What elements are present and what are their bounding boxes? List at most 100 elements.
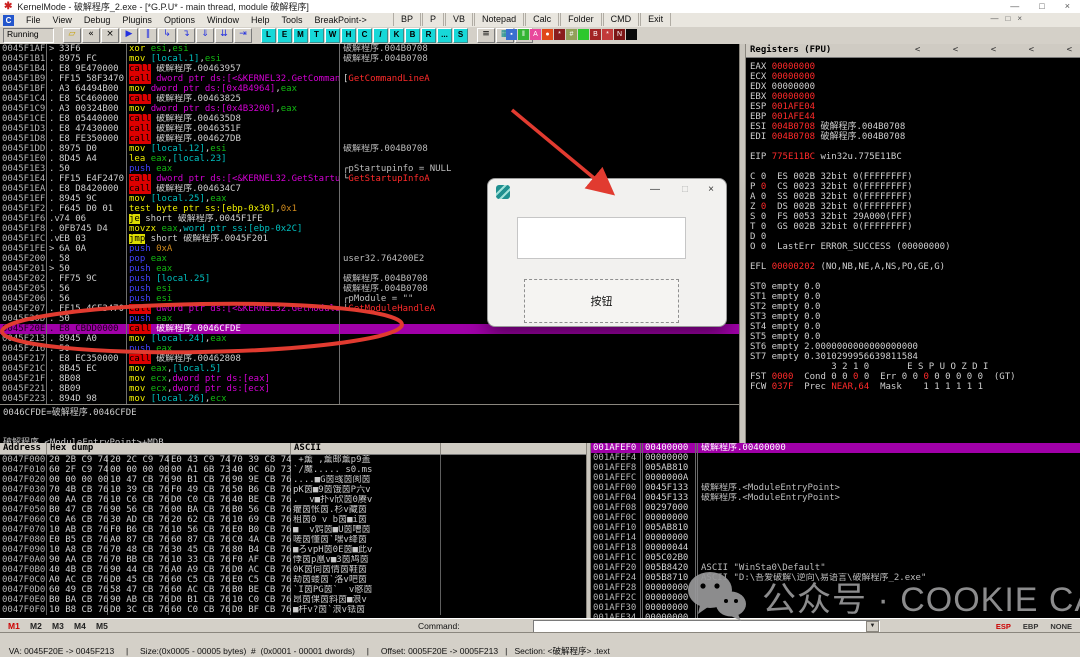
child-restore-icon[interactable]: □ xyxy=(1005,14,1010,23)
list-icon[interactable]: ≡ xyxy=(477,28,495,43)
stack-row[interactable]: 001AFF24 005B8710 ASCII "D:\吾爱破解\逆向\易语言\破解… xyxy=(591,573,1080,583)
register-line[interactable]: ESP 001AFE04 xyxy=(750,102,1080,112)
dialog-close-icon[interactable]: × xyxy=(708,183,714,197)
disasm-row[interactable]: 0045F216. 50 push eax xyxy=(0,344,739,354)
pause-icon[interactable]: ‖ xyxy=(139,28,157,43)
disasm-row[interactable]: 0045F1C4. E8 5C460000 call 破解程序.00463825 xyxy=(0,94,739,104)
register-line[interactable]: S 0 FS 0053 32bit 29A000(FFF) xyxy=(750,212,1080,222)
menu-button-bp[interactable]: BP xyxy=(393,13,422,26)
stack-row[interactable]: 001AFF20 005B8420 ASCII "WinSta0\Default" xyxy=(591,563,1080,573)
memory-tab-m3[interactable]: M3 xyxy=(52,621,64,631)
register-line[interactable]: ST0 empty 0.0 xyxy=(750,282,1080,292)
stack-row[interactable]: 001AFF28 00000000 xyxy=(591,583,1080,593)
disasm-row[interactable]: 0045F1B9. FF15 58F3470 call dword ptr ds:[… xyxy=(0,74,739,84)
register-line[interactable]: A 0 SS 002B 32bit 0(FFFFFFFF) xyxy=(750,192,1080,202)
stack-row[interactable]: 001AFF14 00000000 xyxy=(591,533,1080,543)
dump-row[interactable]: 0047F0E0 B0 BA CB 76 90 AB CB 76 D0 B1 CB 7… xyxy=(0,595,586,605)
disasm-row[interactable]: 0045F1CE. E8 05440000 call 破解程序.004635D8 xyxy=(0,114,739,124)
menu-button-vb[interactable]: VB xyxy=(445,13,474,26)
menu-item-help[interactable]: Help xyxy=(245,15,276,25)
menu-item-file[interactable]: File xyxy=(20,15,47,25)
register-line[interactable]: EDX 00000000 xyxy=(750,82,1080,92)
register-line[interactable]: Z 0 DS 002B 32bit 0(FFFFFFFF) xyxy=(750,202,1080,212)
stack-row[interactable]: 001AFF00 0045F133 破解程序.<ModuleEntryPoint> xyxy=(591,483,1080,493)
dump-row[interactable]: 0047F070 10 AB CB 76 F0 B6 CB 76 10 56 CB 7… xyxy=(0,525,586,535)
child-close-icon[interactable]: × xyxy=(1017,14,1022,23)
chevrons-decoration[interactable]: < < < < < xyxy=(915,44,1072,56)
disasm-row[interactable]: 0045F217. E8 EC350000 call 破解程序.00462808 xyxy=(0,354,739,364)
memory-tab-m1[interactable]: M1 xyxy=(8,621,20,631)
stack-row[interactable]: 001AFEF0 00400000 破解程序.00400000 xyxy=(591,443,1080,453)
window-button-C[interactable]: C xyxy=(357,28,372,43)
panes-icon[interactable]: ‖ xyxy=(518,29,529,40)
stack-row[interactable]: 001AFF08 00297000 xyxy=(591,503,1080,513)
disasm-row[interactable]: 0045F1AF >33F6 xor esi,esi 破解程序.004B0708 xyxy=(0,44,739,54)
menu-button-folder[interactable]: Folder xyxy=(560,13,602,26)
stack-row[interactable]: 001AFEF4 00000000 xyxy=(591,453,1080,463)
window-button-S[interactable]: S xyxy=(453,28,468,43)
register-line[interactable] xyxy=(750,162,1080,172)
registers-body[interactable]: EAX 00000000 ECX 00000000 EDX 00000000 EBX … xyxy=(746,58,1080,392)
menu-item-breakpoint[interactable]: BreakPoint-> xyxy=(309,15,373,25)
window-button-more[interactable]: ... xyxy=(437,28,452,43)
disasm-row[interactable]: 0045F1DD. 8975 D0 mov [local.12],esi 破解程序.0… xyxy=(0,144,739,154)
flower-icon[interactable]: * xyxy=(554,29,565,40)
disasm-row[interactable]: 0045F221. 8B09 mov ecx,dword ptr ds:[ecx] xyxy=(0,384,739,394)
record-icon[interactable]: ● xyxy=(542,29,553,40)
stack-row[interactable]: 001AFF1C 005C02B0 xyxy=(591,553,1080,563)
grid-icon[interactable]: # xyxy=(566,29,577,40)
memory-tab-m4[interactable]: M4 xyxy=(74,621,86,631)
register-line[interactable] xyxy=(750,252,1080,262)
register-line[interactable]: EIP 775E11BC win32u.775E11BC xyxy=(750,152,1080,162)
font-icon[interactable]: A xyxy=(530,29,541,40)
dialog-button[interactable]: 按钮 xyxy=(524,279,679,323)
window-button-L[interactable]: L xyxy=(261,28,276,43)
dump-row[interactable]: 0047F0B0 40 4B CB 76 90 44 CB 76 A0 A9 CB 7… xyxy=(0,565,586,575)
register-line[interactable]: D 0 xyxy=(750,232,1080,242)
dump-row[interactable]: 0047F010 60 2F C9 74 00 00 00 00 00 A1 6B 7… xyxy=(0,465,586,475)
disasm-row[interactable]: 0045F1D3. E8 47430000 call 破解程序.0046351F xyxy=(0,124,739,134)
restart-icon[interactable]: « xyxy=(82,28,100,43)
register-line[interactable]: ECX 00000000 xyxy=(750,72,1080,82)
window-button-M[interactable]: M xyxy=(293,28,308,43)
disasm-row[interactable]: 0045F21C. 8B45 EC mov eax,[local.5] xyxy=(0,364,739,374)
blank-icon[interactable] xyxy=(626,29,637,40)
stack-pane[interactable]: 001AFEF0 00400000 破解程序.00400000 001AFEF4 000… xyxy=(591,443,1080,618)
menu-button-calc[interactable]: Calc xyxy=(525,13,560,26)
dump-row[interactable]: 0047F0D0 60 49 CB 76 58 47 CB 76 60 AC CB 7… xyxy=(0,585,586,595)
hex-dump-pane[interactable]: Address Hex dump ASCII 0047F000 20 2B C9 … xyxy=(0,443,586,618)
trace-over-icon[interactable]: ⇊ xyxy=(215,28,233,43)
menu-item-window[interactable]: Window xyxy=(201,15,245,25)
dump-row[interactable]: 0047F0A0 90 AA CB 76 70 BB CB 76 10 33 CB 7… xyxy=(0,555,586,565)
disasm-row[interactable]: 0045F213. 8945 A0 mov [local.24],eax xyxy=(0,334,739,344)
stack-row[interactable]: 001AFF10 005AB810 xyxy=(591,523,1080,533)
stack-row[interactable]: 001AFEF8 005AB810 xyxy=(591,463,1080,473)
register-line[interactable]: ST6 empty 2.0000000000000000000 xyxy=(750,342,1080,352)
window-button-slash[interactable]: / xyxy=(373,28,388,43)
run-icon[interactable]: ▶ xyxy=(120,28,138,43)
disk-icon[interactable]: ▪ xyxy=(506,29,517,40)
disasm-row[interactable]: 0045F1C9. A3 00324B00 mov dword ptr ds:[0x… xyxy=(0,104,739,114)
dialog-text-field[interactable] xyxy=(517,217,686,259)
trace-into-icon[interactable]: ⇓ xyxy=(196,28,214,43)
stack-row[interactable]: 001AFEFC 0000000A xyxy=(591,473,1080,483)
dump-row[interactable]: 0047F000 20 2B C9 74 20 2C C9 74 E0 43 C9 7… xyxy=(0,455,586,465)
window-button-E[interactable]: E xyxy=(277,28,292,43)
register-line[interactable]: O 0 LastErr ERROR_SUCCESS (00000000) xyxy=(750,242,1080,252)
menu-item-view[interactable]: View xyxy=(47,15,78,25)
close-program-icon[interactable]: × xyxy=(101,28,119,43)
disasm-row[interactable]: 0045F223. 894D 98 mov [local.26],ecx xyxy=(0,394,739,404)
dialog-minimize-icon[interactable]: — xyxy=(650,183,660,197)
menu-button-notepad[interactable]: Notepad xyxy=(474,13,525,26)
memory-tab-m5[interactable]: M5 xyxy=(96,621,108,631)
menu-button-cmd[interactable]: CMD xyxy=(602,13,640,26)
stack-row[interactable]: 001AFF2C 00000000 xyxy=(591,593,1080,603)
dialog-maximize-icon[interactable]: □ xyxy=(682,183,688,197)
maximize-icon[interactable]: □ xyxy=(1039,1,1044,11)
dump-row[interactable]: 0047F090 10 A8 CB 76 70 48 CB 76 30 45 CB 7… xyxy=(0,545,586,555)
register-line[interactable]: EBX 00000000 xyxy=(750,92,1080,102)
window-button-W[interactable]: W xyxy=(325,28,340,43)
disasm-row[interactable]: 0045F21F. 8B08 mov ecx,dword ptr ds:[eax] xyxy=(0,374,739,384)
register-line[interactable]: ST2 empty 0.0 xyxy=(750,302,1080,312)
dump-row[interactable]: 0047F040 00 AA CB 76 10 C6 CB 76 D0 C0 CB 7… xyxy=(0,495,586,505)
